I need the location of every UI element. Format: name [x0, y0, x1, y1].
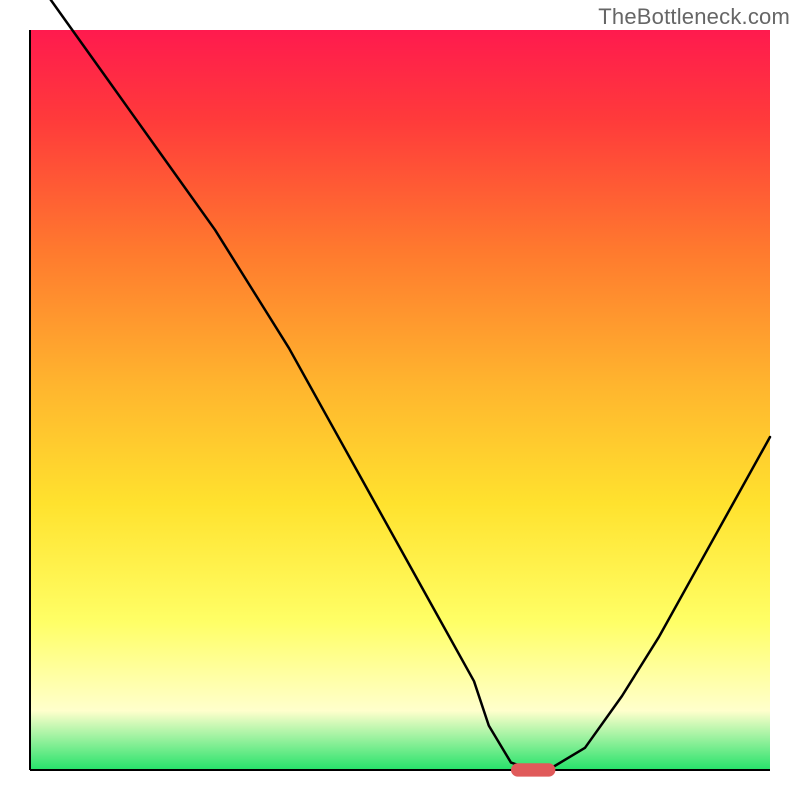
watermark-text: TheBottleneck.com: [598, 4, 790, 30]
chart-container: TheBottleneck.com: [0, 0, 800, 800]
optimal-marker: [511, 763, 555, 776]
plot-background: [30, 30, 770, 770]
bottleneck-chart: [0, 0, 800, 800]
